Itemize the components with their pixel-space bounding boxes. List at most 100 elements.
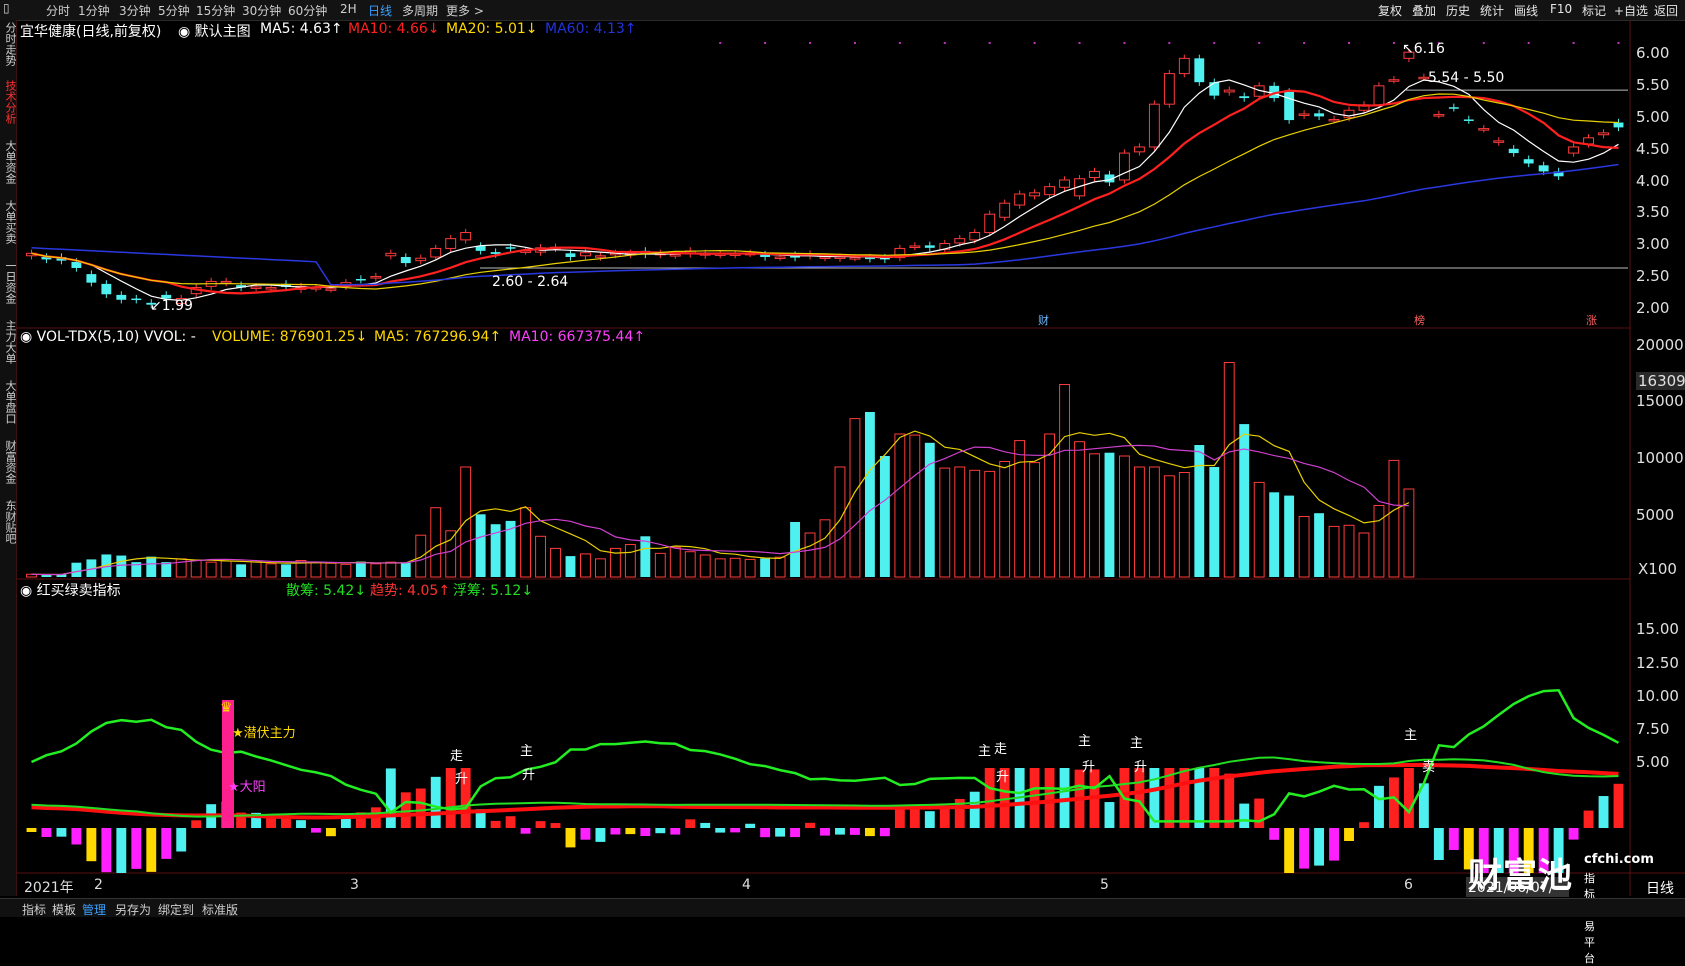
volume-bar [250,561,262,578]
signal-histogram-bar [161,828,172,859]
candle-body [1118,152,1130,181]
main-signal-label: 主 [1404,728,1418,743]
volume-bar [565,556,576,577]
volume-bar [1253,481,1265,578]
candle-body [250,286,262,289]
tab-template[interactable]: 模板 [52,901,76,918]
tab-manage[interactable]: 管理 [82,901,106,918]
signal-histogram-bar [670,828,681,835]
volume-ytick: 10000 [1636,449,1684,467]
candle-body [969,232,981,241]
lurking-main-force-label: ★潜伏主力 [232,726,296,741]
volume-bar [281,564,291,577]
signal-histogram-bar [26,828,37,832]
volume-bar [370,563,382,578]
signal-histogram-bar [565,828,576,848]
event-marker-finance[interactable]: 财 [1038,312,1049,328]
main-signal-label: 主 [520,744,534,759]
signal-histogram-bar [655,828,666,834]
volume-bar [550,547,561,578]
volume-bar [1343,524,1355,578]
volume-bar [654,552,666,578]
candle-body [1328,118,1340,122]
candle-body [116,294,127,300]
signal-histogram-bar [325,828,336,837]
signal-histogram-bar [775,828,786,837]
date-axis-year: 2021年 [24,880,74,896]
main-ytick: 3.00 [1636,235,1670,253]
signal-histogram-bar [1029,768,1040,828]
volume-bar [415,534,427,578]
signal-histogram-bar [894,808,905,828]
candle-body [1178,57,1190,75]
candle-body [984,213,996,234]
event-marker-list[interactable]: 榜 [1414,312,1425,328]
dropdown-icon: ◉ [178,24,191,40]
candle-body [1314,113,1325,117]
candle-body [1613,122,1624,128]
signal-dot [1617,42,1620,44]
tab-bind-to[interactable]: 绑定到 [158,901,194,918]
volume-title: ◉ VOL-TDX(5,10) VVOL: - [20,329,196,345]
candle-body [1433,114,1445,117]
candle-body [1223,89,1235,93]
period-label: 日线 [1646,881,1674,897]
watermark-site: cfchi.com [1584,852,1654,867]
candle-body [1029,192,1041,197]
volume-value: VOLUME: 876901.25↓ [212,329,368,345]
candle-body [1044,186,1056,196]
volume-bar [744,558,756,578]
date-axis-month: 5 [1100,877,1109,893]
signal-histogram-bar [146,828,157,872]
event-marker-limit[interactable]: 涨 [1586,312,1597,328]
main-ytick: 5.50 [1636,76,1670,94]
volume-bar [669,546,681,578]
volume-bar [116,555,127,577]
signal-histogram-bar [1254,798,1265,828]
volume-cursor-value: 16309 [1636,372,1685,390]
signal-histogram-bar [340,818,351,828]
signal-histogram-bar [535,821,546,828]
volume-bar [774,556,786,578]
signal-histogram-bar [924,811,935,828]
signal-dot [719,42,722,44]
volume-bar [879,456,890,577]
low-price-label: ↙1.99 [150,298,193,314]
candle-body [1163,73,1175,105]
volume-bar [580,553,591,578]
candle-body [1148,103,1160,148]
volume-bar [1284,495,1295,577]
signal-ytick: 5.00 [1636,753,1670,771]
volume-bar [1163,475,1175,578]
volume-bar [190,560,202,578]
bottom-tab-bar: 指标 模板 管理 另存为 绑定到 标准版 [0,898,1685,917]
volume-bar [1358,532,1370,578]
ma20-value: MA20: 5.01↓ [446,21,538,37]
signal-histogram-bar [864,828,875,837]
volume-bar [954,466,966,578]
tab-indicators[interactable]: 指标 [22,901,46,918]
signal-histogram-bar [1388,777,1399,828]
volume-bar [984,470,996,578]
candle-body [909,245,921,248]
tab-save-as[interactable]: 另存为 [115,901,151,918]
main-ytick: 5.00 [1636,108,1670,126]
signal-title: ◉ 红买绿卖指标 [20,583,121,599]
volume-bar [1014,440,1026,578]
tab-standard[interactable]: 标准版 [202,901,238,918]
signal-histogram-bar [430,776,441,828]
exit-signal-label: 走 [994,742,1008,757]
rise-signal-label: 升 [996,770,1010,785]
volume-bar [1239,424,1250,577]
volume-ma5-value: MA5: 767296.94↑ [374,329,502,345]
volume-bar [205,561,217,578]
candle-body [594,255,606,258]
template-selector[interactable]: ◉ 默认主图 [178,21,251,41]
volume-bar [146,556,157,577]
ma10-line [31,89,1619,295]
lurking-signal-bar [222,700,234,828]
signal-histogram-bar [1194,768,1205,828]
rise-signal-label: 升 [1082,760,1096,775]
signal-dot [1123,42,1126,44]
high-price-label: ↖6.16 [1402,41,1445,57]
